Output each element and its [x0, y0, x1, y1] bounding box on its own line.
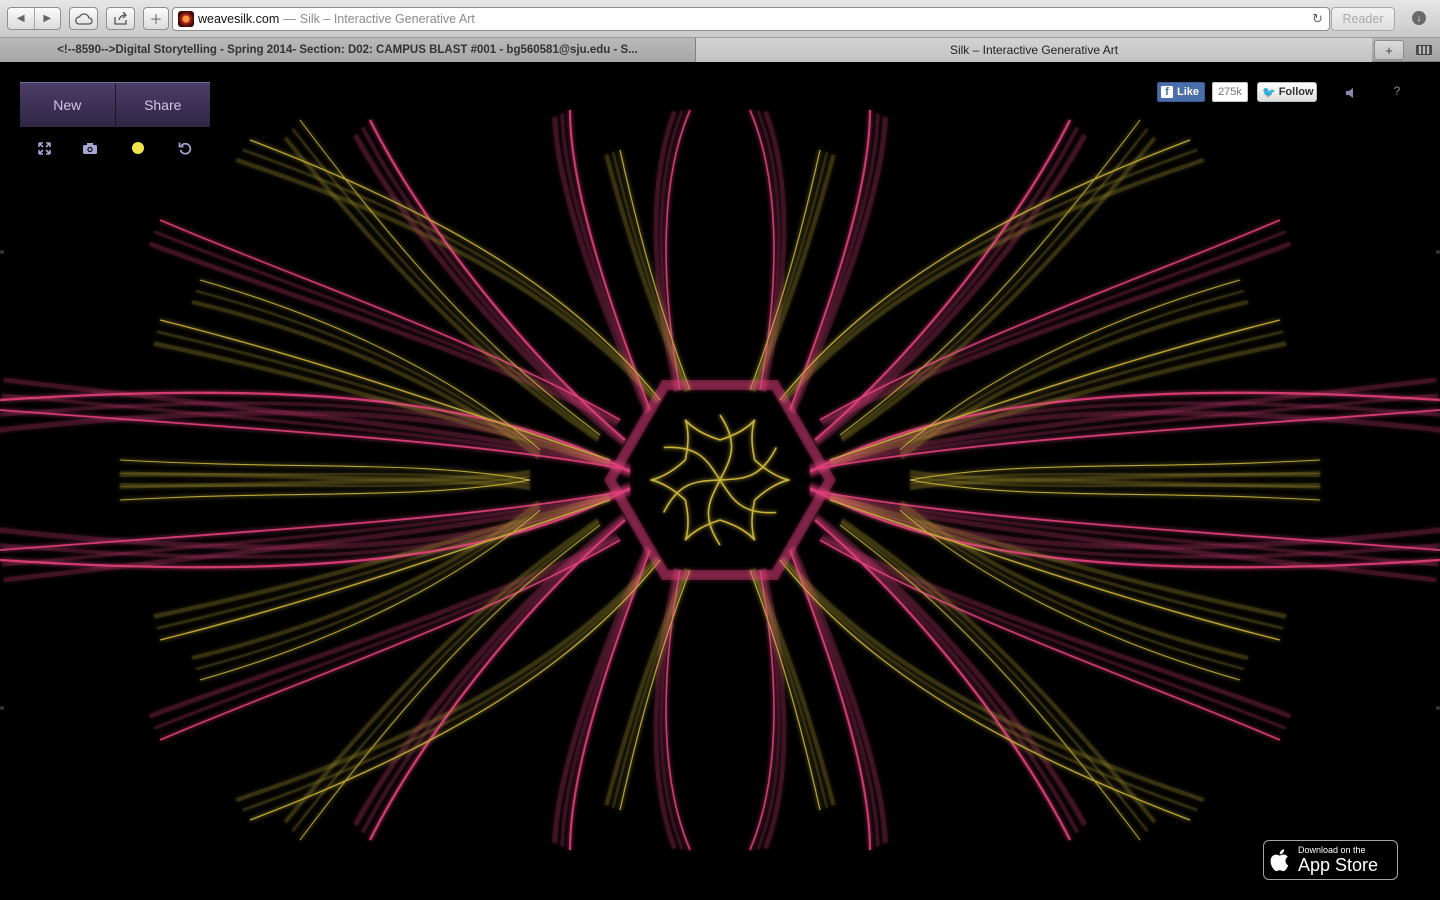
back-forward-buttons[interactable]: ◀ ▶	[7, 7, 61, 30]
reader-button[interactable]: Reader	[1331, 7, 1395, 31]
new-button[interactable]: New	[20, 83, 115, 127]
app-store-badge[interactable]: Download on the App Store	[1263, 840, 1398, 880]
undo-button[interactable]	[175, 138, 195, 158]
like-label: Like	[1177, 86, 1200, 98]
cloud-icon	[74, 12, 93, 25]
tab-bar: <!--8590-->Digital Storytelling - Spring…	[0, 38, 1440, 62]
edge-handle	[0, 250, 4, 254]
browser-toolbar: ◀ ▶ ＋ weavesilk.com — Silk – Interactive…	[0, 0, 1440, 38]
url-separator: —	[283, 12, 296, 26]
app-store-small-text: Download on the	[1298, 845, 1366, 855]
tab-silk[interactable]: Silk – Interactive Generative Art	[696, 38, 1372, 62]
add-bookmark-button[interactable]: ＋	[143, 7, 169, 30]
like-count: 275k	[1212, 82, 1248, 102]
tool-row	[20, 138, 210, 158]
app-store-big-text: App Store	[1298, 855, 1379, 875]
url-page-title: Silk – Interactive Generative Art	[299, 12, 475, 26]
tab-view-icon	[1416, 45, 1432, 55]
reload-icon[interactable]: ↻	[1312, 11, 1323, 27]
edge-handle	[1436, 706, 1440, 710]
color-picker-button[interactable]	[128, 138, 148, 158]
follow-label: Follow	[1278, 86, 1314, 98]
new-tab-button[interactable]: +	[1374, 40, 1404, 60]
apple-logo-icon	[1264, 847, 1298, 873]
url-domain: weavesilk.com	[198, 12, 280, 26]
plus-icon: ＋	[149, 12, 163, 27]
twitter-follow-button[interactable]: 🐦 Follow	[1257, 82, 1317, 102]
facebook-icon: f	[1161, 86, 1173, 98]
address-bar[interactable]: weavesilk.com — Silk – Interactive Gener…	[172, 7, 1330, 31]
site-favicon-icon	[178, 11, 194, 27]
icloud-button[interactable]	[69, 7, 98, 30]
share-button[interactable]: Share	[114, 83, 211, 127]
share-page-button[interactable]	[106, 7, 135, 30]
color-dot-icon	[132, 142, 144, 154]
back-arrow-icon[interactable]: ◀	[8, 8, 34, 29]
sound-toggle[interactable]	[1344, 86, 1358, 100]
screenshot-button[interactable]	[80, 138, 100, 158]
show-all-tabs-button[interactable]	[1410, 40, 1438, 60]
camera-icon	[83, 142, 97, 154]
tab-digital-storytelling[interactable]: <!--8590-->Digital Storytelling - Spring…	[0, 38, 696, 62]
downloads-button[interactable]: ↓	[1405, 7, 1433, 30]
plus-icon: +	[1385, 42, 1393, 58]
undo-icon	[178, 142, 192, 155]
fullscreen-button[interactable]	[34, 138, 54, 158]
generative-art-drawing	[0, 109, 1440, 851]
download-icon: ↓	[1412, 11, 1426, 25]
twitter-bird-icon: 🐦	[1262, 86, 1276, 99]
tab-label: Silk – Interactive Generative Art	[949, 43, 1119, 57]
speaker-icon	[1346, 88, 1353, 98]
edge-handle	[0, 706, 4, 710]
tab-label: <!--8590-->Digital Storytelling - Spring…	[57, 44, 638, 56]
forward-arrow-icon[interactable]: ▶	[33, 8, 61, 29]
edge-handle	[1436, 250, 1440, 254]
silk-menu: New Share	[20, 82, 210, 127]
share-arrow-icon	[113, 12, 127, 25]
silk-canvas[interactable]: New Share f Like 275k 🐦 Follow ? Downloa…	[0, 62, 1440, 900]
help-button[interactable]: ?	[1390, 84, 1404, 100]
fullscreen-icon	[37, 141, 51, 155]
facebook-like-button[interactable]: f Like	[1157, 82, 1205, 102]
